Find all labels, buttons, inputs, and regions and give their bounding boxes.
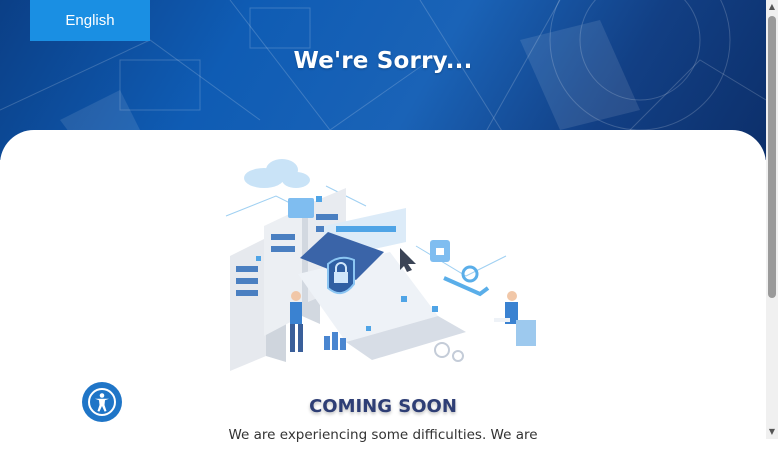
scroll-down-arrow[interactable]: ▼ <box>766 425 778 439</box>
status-message: We are experiencing some difficulties. W… <box>228 427 538 443</box>
vertical-scrollbar[interactable]: ▲ ▼ <box>766 0 778 439</box>
accessibility-icon <box>88 388 116 416</box>
scrollbar-thumb[interactable] <box>768 16 776 298</box>
maintenance-illustration <box>225 159 536 371</box>
accessibility-button[interactable] <box>82 382 122 422</box>
scroll-up-arrow[interactable]: ▲ <box>766 0 778 14</box>
page-title: We're Sorry... <box>293 48 473 74</box>
language-button[interactable]: English <box>30 0 150 41</box>
